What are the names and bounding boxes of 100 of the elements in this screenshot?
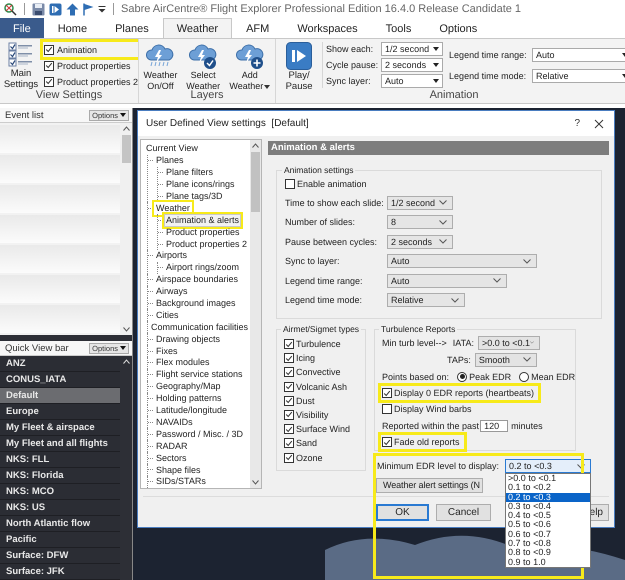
save-icon[interactable] bbox=[32, 2, 45, 16]
ribbon-tab[interactable]: Tools bbox=[372, 18, 426, 38]
scrollbar[interactable] bbox=[250, 140, 261, 488]
tree-item[interactable]: Cities bbox=[154, 308, 181, 322]
tree-item[interactable]: Airport rings/zoom bbox=[164, 261, 242, 274]
dropdown[interactable]: 2 seconds bbox=[381, 58, 444, 72]
tree-item[interactable]: Animation & alerts bbox=[164, 214, 242, 227]
dropdown-option[interactable]: 0.9 to 1.0 bbox=[506, 558, 590, 567]
dropdown[interactable]: Auto bbox=[532, 48, 625, 62]
tree-item[interactable]: Flex modules bbox=[154, 356, 212, 370]
tree-item[interactable]: Drawing objects bbox=[154, 332, 222, 346]
dropdown[interactable]: Auto bbox=[387, 274, 507, 288]
tree-item[interactable]: Holding patterns bbox=[154, 392, 224, 406]
radio-button[interactable] bbox=[457, 372, 468, 382]
checkbox[interactable] bbox=[44, 44, 54, 54]
quick-view-item[interactable]: NKS: FLL bbox=[0, 452, 120, 468]
dropdown-option[interactable]: 0.3 to <0.4 bbox=[506, 502, 590, 512]
quick-view-item[interactable]: NKS: Florida bbox=[0, 468, 120, 484]
play-icon[interactable] bbox=[49, 2, 62, 16]
checkbox[interactable] bbox=[284, 367, 294, 378]
checkbox[interactable] bbox=[44, 76, 54, 86]
tree-item[interactable]: Product properties 2 bbox=[164, 238, 250, 251]
weather-button[interactable]: Select Weather bbox=[182, 42, 225, 89]
radio-button[interactable] bbox=[519, 372, 530, 382]
tree-item[interactable]: Airports bbox=[154, 249, 190, 262]
scroll-down-icon[interactable] bbox=[122, 327, 130, 332]
tree-item[interactable]: Shape files bbox=[154, 464, 203, 476]
tree-item[interactable]: Background images bbox=[154, 297, 238, 310]
scrollbar[interactable] bbox=[120, 123, 132, 335]
checkbox[interactable] bbox=[284, 382, 294, 392]
quick-view-item[interactable]: My Fleet and all flights bbox=[0, 436, 120, 452]
dropdown-option[interactable]: 0.1 to <0.2 bbox=[506, 483, 590, 493]
dropdown[interactable]: 2 seconds bbox=[387, 234, 453, 248]
checkbox[interactable] bbox=[284, 438, 294, 448]
quick-view-item[interactable]: Pacific bbox=[0, 532, 120, 548]
checkbox[interactable] bbox=[284, 339, 294, 349]
checkbox[interactable] bbox=[284, 353, 294, 364]
tree-item[interactable]: Product properties bbox=[164, 226, 242, 239]
tree-item[interactable]: NAVAIDs bbox=[154, 416, 195, 429]
dropdown[interactable]: Auto bbox=[387, 254, 537, 268]
checkbox[interactable] bbox=[382, 404, 392, 414]
dropdown[interactable]: 1/2 second bbox=[381, 42, 444, 56]
dropdown[interactable]: Auto bbox=[381, 74, 444, 88]
dropdown[interactable]: Relative bbox=[532, 69, 625, 83]
tree-item[interactable]: Plane tags/3D bbox=[164, 190, 225, 204]
checkbox[interactable] bbox=[382, 388, 392, 398]
checkbox[interactable] bbox=[284, 452, 294, 462]
dropdown-caret-icon[interactable] bbox=[98, 5, 106, 13]
quick-view-item[interactable]: My Fleet & airspace bbox=[0, 420, 120, 436]
ribbon-tab[interactable]: Options bbox=[425, 18, 492, 38]
tree-item[interactable]: Geography/Map bbox=[154, 380, 223, 394]
tree-item[interactable]: RADAR bbox=[154, 440, 190, 453]
play-pause-button[interactable]: Play/ Pause bbox=[280, 42, 318, 89]
tree-item[interactable]: Sectors bbox=[154, 452, 189, 465]
dropdown[interactable]: Relative bbox=[387, 293, 465, 307]
dropdown-option[interactable]: 0.6 to <0.7 bbox=[506, 530, 590, 540]
tree-item[interactable]: Password / Misc. / 3D bbox=[154, 428, 246, 441]
help-button[interactable]: ? bbox=[574, 118, 580, 129]
dropdown-option[interactable]: 0.8 to <0.9 bbox=[506, 548, 590, 558]
scrollbar-thumb[interactable] bbox=[122, 135, 130, 163]
checkbox[interactable] bbox=[44, 60, 54, 70]
scroll-up-icon[interactable] bbox=[122, 126, 130, 131]
up-arrow-icon[interactable] bbox=[66, 2, 79, 16]
scrollbar-thumb[interactable] bbox=[251, 152, 260, 212]
dropdown-option[interactable]: 0.4 to <0.5 bbox=[506, 511, 590, 520]
quick-view-item[interactable]: NKS: MCO bbox=[0, 484, 120, 500]
dialog-button[interactable]: OK bbox=[376, 504, 429, 521]
dropdown-option[interactable]: >0.0 to <0.1 bbox=[506, 474, 590, 484]
ribbon-tab[interactable]: Weather bbox=[162, 18, 232, 38]
dropdown[interactable]: >0.0 to <0.1 bbox=[478, 336, 540, 350]
checkbox[interactable] bbox=[284, 424, 294, 434]
checkbox[interactable] bbox=[284, 396, 294, 406]
ribbon-tab[interactable]: Home bbox=[44, 18, 102, 38]
tree-item[interactable]: Communication facilities bbox=[149, 320, 250, 334]
quick-view-item[interactable]: North Atlantic flow bbox=[0, 516, 120, 532]
quick-view-item[interactable]: CONUS_IATA bbox=[0, 372, 120, 388]
tree-item[interactable]: Plane icons/rings bbox=[164, 178, 237, 192]
quick-view-item[interactable]: Surface: JFK bbox=[0, 564, 120, 580]
checkbox[interactable] bbox=[382, 437, 392, 447]
ribbon-tab[interactable]: Planes bbox=[101, 18, 163, 38]
tree-item[interactable]: Current View bbox=[144, 142, 200, 156]
tree-item[interactable]: SIDs/STARs bbox=[154, 475, 208, 488]
tree-item[interactable]: Flight service stations bbox=[154, 368, 245, 382]
dropdown-option[interactable]: 0.7 to <0.8 bbox=[506, 539, 590, 548]
tree-item[interactable]: Fixes bbox=[154, 344, 180, 358]
dropdown-option[interactable]: 0.2 to <0.3 bbox=[506, 492, 590, 502]
quick-view-item[interactable]: NKS: US bbox=[0, 500, 120, 516]
quick-view-item[interactable]: Default bbox=[0, 388, 120, 404]
tree-item[interactable]: Planes bbox=[154, 154, 186, 168]
tree-item[interactable]: Airspace boundaries bbox=[154, 273, 240, 286]
dropdown[interactable]: 1/2 second bbox=[387, 196, 453, 210]
checkbox[interactable] bbox=[284, 410, 294, 420]
checkbox[interactable] bbox=[285, 179, 295, 189]
weather-alert-settings-button[interactable]: Weather alert settings (N bbox=[376, 478, 483, 493]
dropdown[interactable]: Smooth bbox=[474, 352, 537, 366]
tree-item[interactable]: Plane filters bbox=[164, 166, 216, 180]
weather-button[interactable]: Weather On/Off bbox=[139, 42, 182, 89]
dropdown-option[interactable]: 0.5 to <0.6 bbox=[506, 520, 590, 530]
ribbon-tab[interactable]: File bbox=[0, 18, 44, 38]
ribbon-tab[interactable]: Workspaces bbox=[283, 18, 372, 38]
